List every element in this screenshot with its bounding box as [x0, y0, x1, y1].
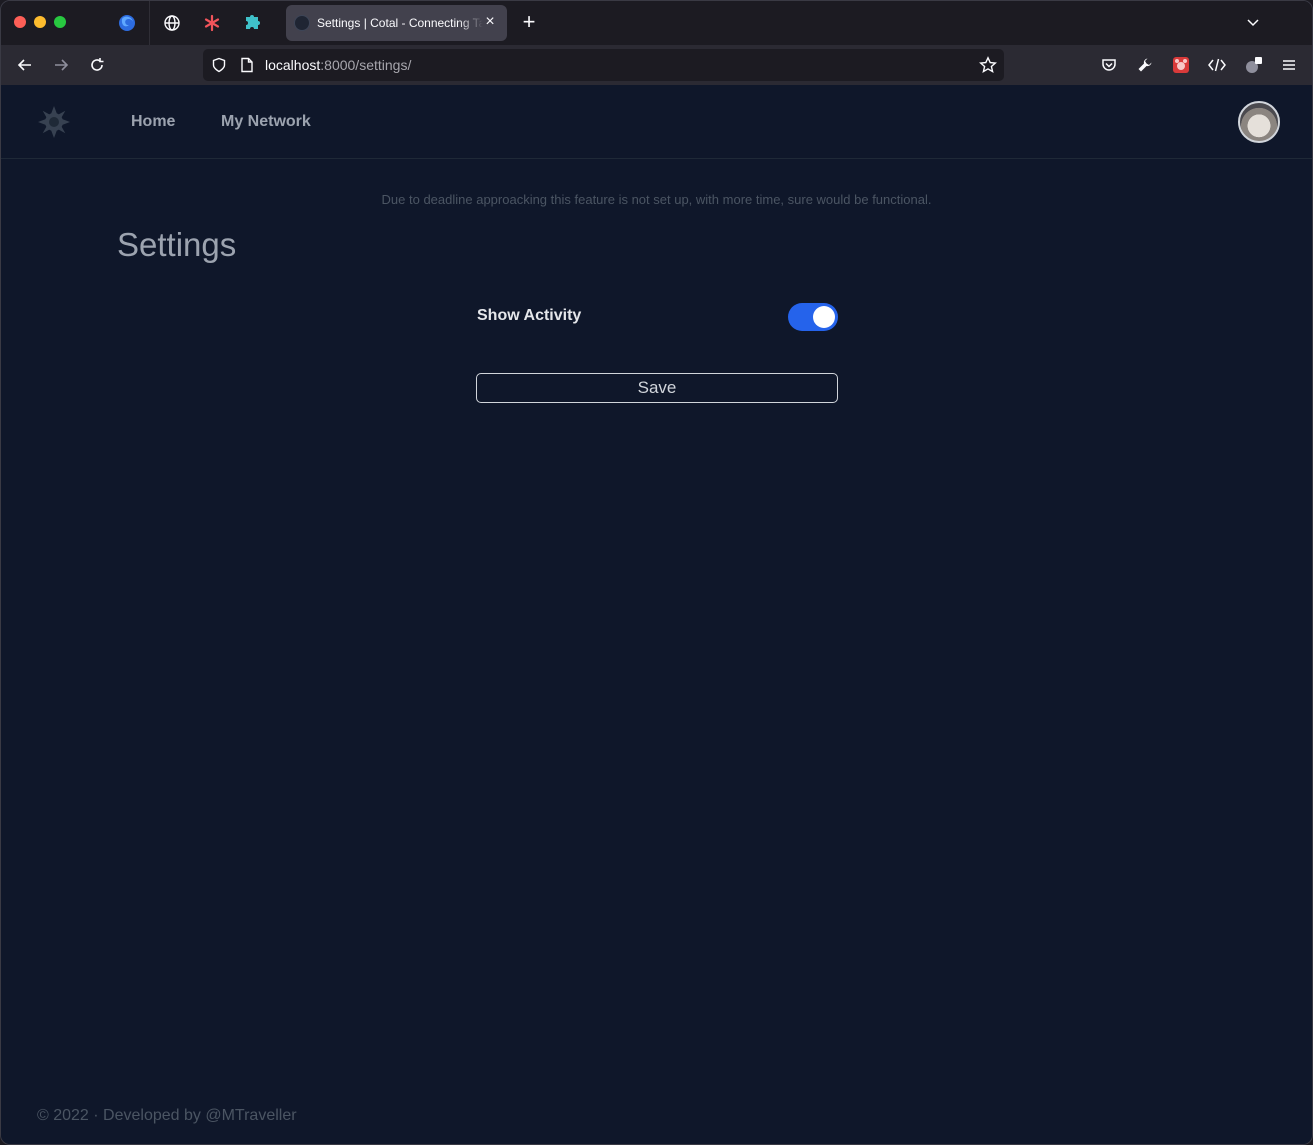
globe-icon [164, 15, 180, 31]
app-menu-button[interactable] [1277, 53, 1301, 77]
page-title: Settings [117, 226, 237, 263]
tab-separator [149, 1, 150, 45]
arrow-right-icon [55, 59, 69, 71]
code-icon [1208, 58, 1226, 72]
close-tab-button[interactable]: × [482, 14, 498, 30]
pinned-tab-firefox[interactable] [113, 9, 141, 37]
maximize-window-button[interactable] [54, 16, 66, 28]
tab-strip: Settings | Cotal - Connecting Ta × + [1, 1, 1312, 45]
pocket-button[interactable] [1097, 53, 1121, 77]
nav-link-home[interactable]: Home [131, 113, 175, 131]
chevron-down-icon [1247, 19, 1259, 27]
nav-link-my-network[interactable]: My Network [221, 113, 311, 131]
asterisk-icon [204, 14, 220, 32]
site-logo-icon[interactable] [37, 105, 71, 139]
extension-button[interactable] [1169, 53, 1193, 77]
tab-list-button[interactable] [1241, 10, 1265, 34]
user-avatar[interactable] [1238, 101, 1280, 143]
tab-title: Settings | Cotal - Connecting Ta [317, 16, 483, 30]
site-header: Home My Network [1, 85, 1312, 159]
save-button[interactable]: Save [476, 373, 838, 403]
pinned-tab-asterisk[interactable] [198, 9, 226, 37]
active-tab[interactable]: Settings | Cotal - Connecting Ta × [286, 5, 507, 41]
profile-extension-button[interactable] [1242, 53, 1266, 77]
forward-button[interactable] [49, 53, 73, 77]
show-activity-label: Show Activity [477, 307, 582, 324]
reload-button[interactable] [85, 53, 109, 77]
extensions-puzzle-icon [1246, 57, 1262, 73]
show-activity-toggle[interactable] [788, 303, 838, 331]
navigation-toolbar: localhost:8000/settings/ [1, 45, 1312, 85]
tracking-protection-shield-icon[interactable] [209, 55, 229, 75]
site-favicon-icon [294, 15, 310, 31]
url-text[interactable]: localhost:8000/settings/ [265, 57, 411, 73]
devtools-wrench-button[interactable] [1133, 53, 1157, 77]
extension-icon [1173, 57, 1189, 73]
back-button[interactable] [13, 53, 37, 77]
arrow-left-icon [17, 59, 31, 71]
minimize-window-button[interactable] [34, 16, 46, 28]
hamburger-menu-icon [1283, 60, 1295, 70]
pinned-tab-puzzle[interactable] [238, 9, 266, 37]
pocket-icon [1102, 59, 1116, 71]
browser-window: Settings | Cotal - Connecting Ta × + loc… [0, 0, 1313, 1145]
toggle-knob [813, 306, 835, 328]
url-bar[interactable]: localhost:8000/settings/ [203, 49, 1004, 81]
url-path: :8000/settings/ [320, 57, 412, 73]
close-window-button[interactable] [14, 16, 26, 28]
feature-notice: Due to deadline approacking this feature… [381, 192, 932, 207]
view-source-button[interactable] [1205, 53, 1229, 77]
url-host: localhost [265, 57, 321, 73]
page-content: Home My Network Due to deadline approack… [1, 85, 1312, 1144]
pinned-tab-globe[interactable] [158, 9, 186, 37]
page-info-icon[interactable] [237, 55, 257, 75]
puzzle-icon [246, 15, 260, 29]
firefox-icon [119, 15, 135, 31]
wrench-icon [1138, 58, 1152, 72]
site-footer: © 2022 · Developed by @MTraveller [37, 1107, 297, 1124]
reload-icon [91, 58, 104, 71]
bookmark-star-icon[interactable] [978, 55, 998, 75]
new-tab-button[interactable]: + [517, 10, 541, 34]
